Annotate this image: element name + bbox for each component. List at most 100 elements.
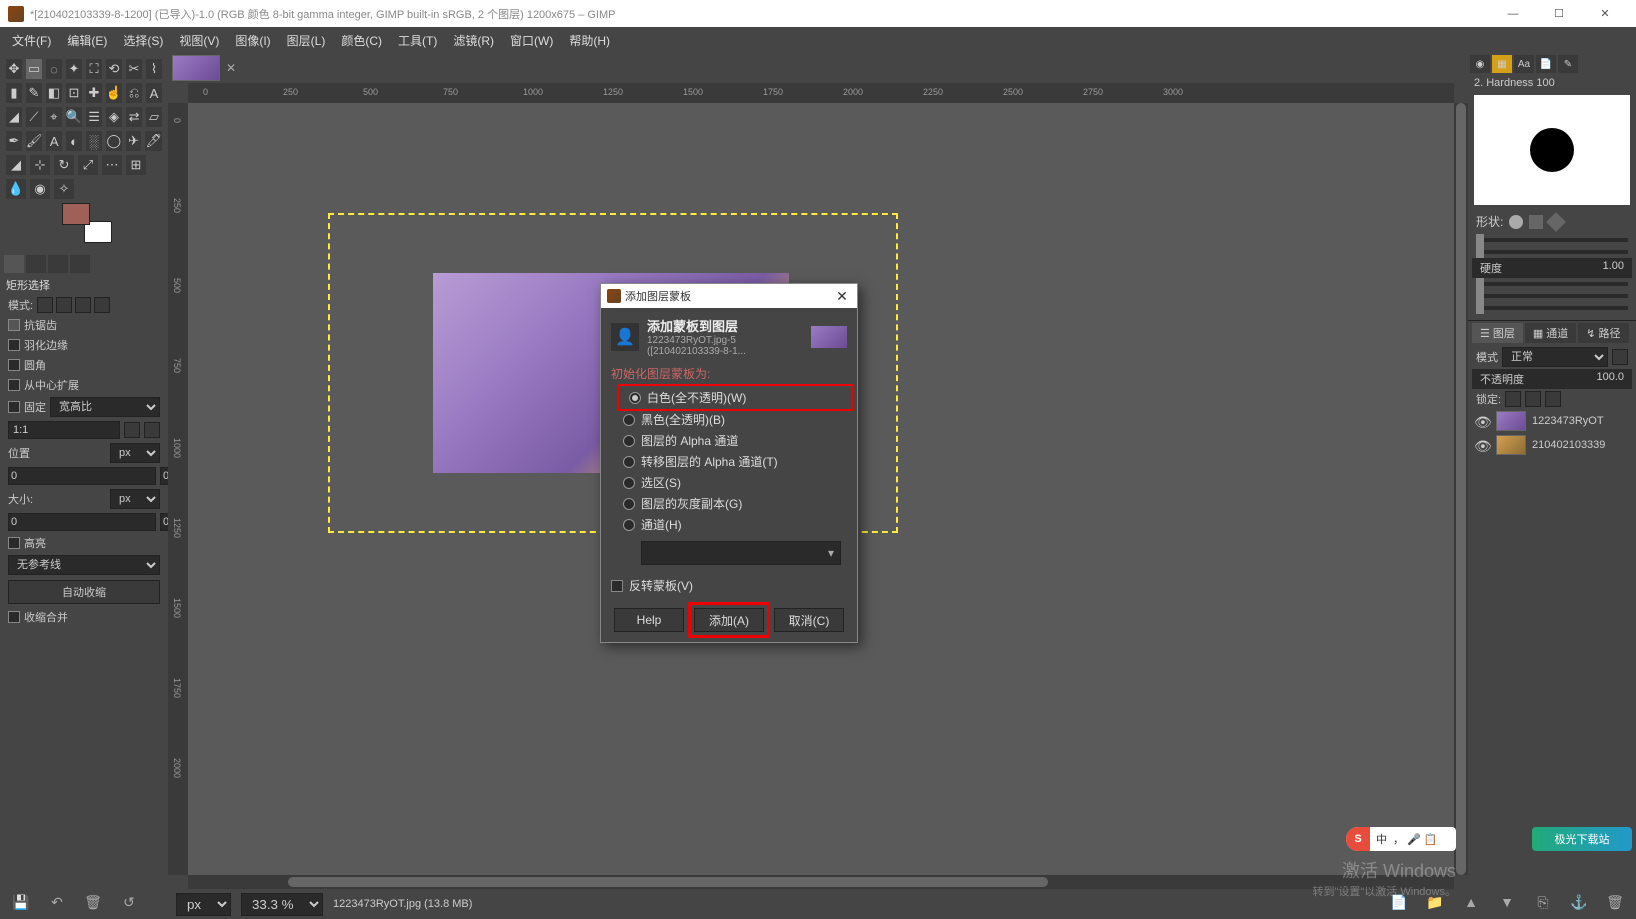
ruler-horizontal[interactable]: 0250500750100012501500175020002250250027… — [188, 83, 1454, 103]
lock-pixels-icon[interactable] — [1505, 391, 1521, 407]
mode-switch-icon[interactable] — [1612, 349, 1628, 365]
tool-etc2-icon[interactable]: ⊞ — [126, 155, 146, 175]
eraser-tool-icon[interactable]: ◧ — [46, 83, 62, 103]
fonts-tab-icon[interactable]: Aa — [1514, 55, 1534, 73]
shear-tool-icon[interactable]: ◢ — [6, 155, 26, 175]
channel-select[interactable]: ▾ — [641, 541, 841, 565]
menu-edit[interactable]: 编辑(E) — [59, 29, 115, 52]
menu-tools[interactable]: 工具(T) — [390, 29, 445, 52]
spacing-slider[interactable] — [1476, 306, 1628, 310]
airbrush-tool-icon[interactable]: ✈ — [126, 131, 142, 151]
scale-tool-icon[interactable]: ⤢ — [78, 155, 98, 175]
tab-layers[interactable]: ☰图层 — [1472, 323, 1523, 343]
menu-windows[interactable]: 窗口(W) — [502, 29, 561, 52]
radio-white[interactable]: 白色(全不透明)(W) — [623, 387, 847, 408]
radio-icon[interactable] — [623, 519, 635, 531]
guides-select[interactable]: 无参考线 — [8, 555, 160, 575]
radio-icon[interactable] — [623, 477, 635, 489]
measure-tool-icon[interactable]: ⟋ — [26, 107, 42, 127]
mode-replace-icon[interactable] — [37, 297, 53, 313]
delete-options-icon[interactable]: 🗑 — [84, 893, 102, 911]
maximize-button[interactable]: ☐ — [1536, 0, 1582, 27]
layer-row[interactable]: 👁 1223473RyOT — [1468, 409, 1636, 433]
lock-alpha-icon[interactable] — [1545, 391, 1561, 407]
reset-options-icon[interactable]: ↺ — [120, 893, 138, 911]
handle-tool-icon[interactable]: ⊹ — [30, 155, 50, 175]
color-swatch[interactable] — [62, 203, 112, 243]
menu-colors[interactable]: 颜色(C) — [333, 29, 390, 52]
raise-layer-icon[interactable]: ▲ — [1462, 893, 1480, 911]
layer-name[interactable]: 1223473RyOT — [1532, 415, 1604, 427]
ratio-portrait-icon[interactable] — [124, 422, 140, 438]
ratio-landscape-icon[interactable] — [144, 422, 160, 438]
menu-file[interactable]: 文件(F) — [4, 29, 59, 52]
ime-badge[interactable]: S中， 🎤 📋 — [1346, 827, 1456, 851]
anchor-layer-icon[interactable]: ⚓ — [1570, 893, 1588, 911]
save-options-icon[interactable]: 💾 — [12, 893, 30, 911]
antialias-checkbox[interactable] — [8, 319, 20, 331]
menu-filters[interactable]: 滤镜(R) — [445, 29, 502, 52]
highlight-checkbox[interactable] — [8, 537, 20, 549]
tab-paths[interactable]: ↯路径 — [1578, 323, 1628, 343]
shape-square-icon[interactable] — [1529, 215, 1543, 229]
delete-layer-icon[interactable]: 🗑 — [1606, 893, 1624, 911]
rounded-checkbox[interactable] — [8, 359, 20, 371]
cage-tool-icon[interactable]: ◈ — [106, 107, 122, 127]
status-unit-select[interactable]: px — [176, 893, 231, 916]
radio-icon[interactable] — [623, 414, 635, 426]
blend-mode-select[interactable]: 正常 — [1502, 347, 1608, 367]
dodge-tool-icon[interactable]: ◯ — [106, 131, 122, 151]
warp-tool-icon[interactable]: ⌇ — [146, 59, 162, 79]
color-picker-tool-icon[interactable]: ⌖ — [46, 107, 62, 127]
layer-row[interactable]: 👁 210402103339 — [1468, 433, 1636, 457]
tool-etc3-icon[interactable]: ✧ — [54, 179, 74, 199]
shrink-merged-checkbox[interactable] — [8, 611, 20, 623]
close-tab-icon[interactable]: ✕ — [226, 61, 240, 75]
menu-view[interactable]: 视图(V) — [171, 29, 227, 52]
brush-preview[interactable] — [1474, 95, 1630, 205]
brush-editor-tab-icon[interactable]: ✎ — [1558, 55, 1578, 73]
invert-mask-row[interactable]: 反转蒙板(V) — [611, 573, 847, 598]
tab-channels[interactable]: ▦通道 — [1525, 323, 1576, 343]
tool-etc-icon[interactable]: ⋯ — [102, 155, 122, 175]
foreground-tool-icon[interactable]: ◐ — [66, 131, 82, 151]
radio-icon[interactable] — [623, 498, 635, 510]
angle-slider[interactable] — [1476, 294, 1628, 298]
menu-help[interactable]: 帮助(H) — [561, 29, 618, 52]
radio-channel[interactable]: 通道(H) — [611, 514, 847, 535]
duplicate-layer-icon[interactable]: ⎘ — [1534, 893, 1552, 911]
radio-alpha[interactable]: 图层的 Alpha 通道 — [611, 430, 847, 451]
scrollbar-horizontal[interactable] — [188, 875, 1454, 889]
invert-checkbox[interactable] — [611, 580, 623, 592]
zoom-tool-icon[interactable]: 🔍 — [66, 107, 82, 127]
size-unit-select[interactable]: px — [110, 489, 160, 509]
lock-position-icon[interactable] — [1525, 391, 1541, 407]
rect-select-tool-icon[interactable]: ▭ — [26, 59, 42, 79]
dialog-titlebar[interactable]: 添加图层蒙板 ✕ — [601, 284, 857, 308]
radio-icon[interactable] — [629, 392, 641, 404]
ink-tool-icon[interactable]: ✒ — [6, 131, 22, 151]
mode-subtract-icon[interactable] — [75, 297, 91, 313]
cancel-button[interactable]: 取消(C) — [774, 608, 844, 632]
aspect-slider[interactable] — [1476, 282, 1628, 286]
auto-shrink-button[interactable]: 自动收缩 — [8, 580, 160, 604]
flip-tool-icon[interactable]: ⇄ — [126, 107, 142, 127]
menu-layer[interactable]: 图层(L) — [279, 29, 334, 52]
smudge-tool-icon[interactable]: ☝ — [106, 83, 122, 103]
pencil-tool-icon[interactable]: ✎ — [26, 83, 42, 103]
size-w-input[interactable] — [8, 513, 156, 531]
align-tool-icon[interactable]: ☰ — [86, 107, 102, 127]
devices-tab[interactable] — [26, 255, 46, 273]
radio-icon[interactable] — [623, 435, 635, 447]
fixed-checkbox[interactable] — [8, 401, 20, 413]
menu-select[interactable]: 选择(S) — [115, 29, 171, 52]
spikes-slider[interactable] — [1476, 250, 1628, 254]
mypaint-tool-icon[interactable]: 🖌 — [26, 131, 43, 151]
image-tab-thumbnail[interactable] — [172, 55, 220, 81]
hardness-row[interactable]: 硬度1.00 — [1472, 258, 1632, 278]
radius-slider[interactable] — [1476, 238, 1628, 242]
rotate-tool-icon[interactable]: ↻ — [54, 155, 74, 175]
ratio-input[interactable] — [8, 421, 120, 439]
radio-transfer[interactable]: 转移图层的 Alpha 通道(T) — [611, 451, 847, 472]
restore-options-icon[interactable]: ↶ — [48, 893, 66, 911]
